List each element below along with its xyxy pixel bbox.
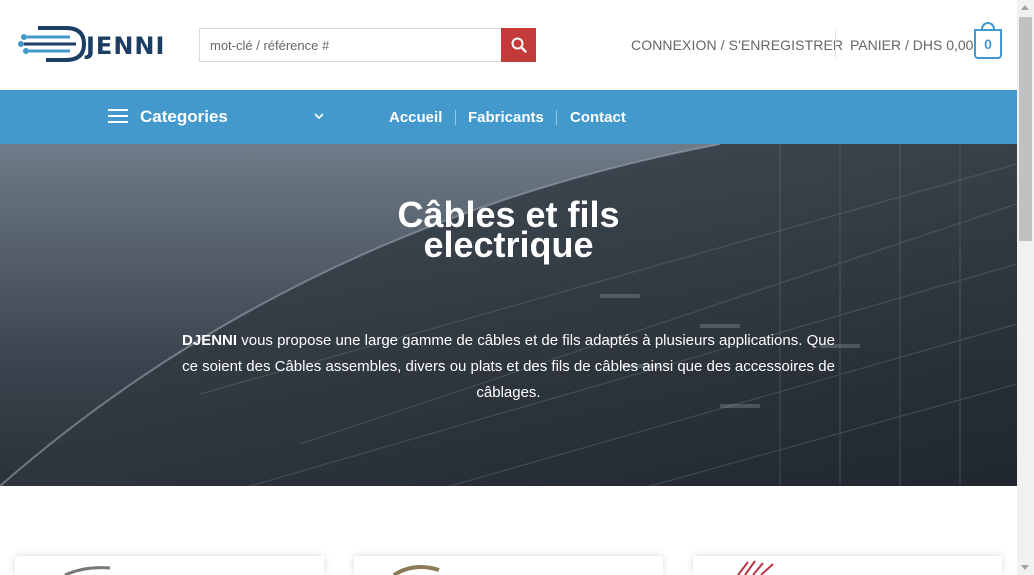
scrollbar[interactable] xyxy=(1017,0,1034,575)
header: JENNI CONNEXION / S'ENREGISTRER PANIER /… xyxy=(0,0,1017,90)
hero-description: DJENNI vous propose une large gamme de c… xyxy=(180,328,837,406)
product-card[interactable] xyxy=(354,556,663,575)
product-image xyxy=(737,560,774,575)
login-register-link[interactable]: CONNEXION / S'ENREGISTRER xyxy=(631,37,843,53)
menu-icon[interactable] xyxy=(108,109,128,124)
hero-title: Câbles et fils electrique xyxy=(0,197,1017,265)
chevron-down-icon[interactable] xyxy=(314,108,324,124)
cart-link[interactable]: PANIER / DHS 0,00 xyxy=(850,37,973,53)
product-image xyxy=(392,564,440,575)
scroll-thumb[interactable] xyxy=(1019,17,1032,241)
scroll-down-arrow-icon[interactable] xyxy=(1021,565,1029,570)
hero-description-text: vous propose une large gamme de câbles e… xyxy=(182,332,835,401)
logo-text: JENNI xyxy=(86,32,166,60)
nav-separator xyxy=(455,110,456,125)
search-bar xyxy=(199,28,536,62)
cart-count[interactable]: 0 xyxy=(974,29,1002,59)
nav-link-accueil[interactable]: Accueil xyxy=(389,109,442,126)
product-card[interactable] xyxy=(15,556,324,575)
search-input[interactable] xyxy=(199,28,502,62)
categories-dropdown[interactable]: Categories xyxy=(140,107,228,127)
main-nav: Categories Accueil Fabricants Contact xyxy=(0,90,1017,144)
nav-separator xyxy=(556,110,557,125)
hero-brand: DJENNI xyxy=(182,332,238,349)
logo-icon xyxy=(18,26,87,62)
search-icon xyxy=(511,37,527,53)
logo[interactable]: JENNI xyxy=(18,22,168,66)
product-image xyxy=(64,566,111,575)
nav-link-fabricants[interactable]: Fabricants xyxy=(468,109,544,126)
search-button[interactable] xyxy=(501,28,536,62)
hero-title-line2: electrique xyxy=(423,224,594,265)
scroll-up-arrow-icon[interactable] xyxy=(1021,5,1029,10)
product-card[interactable] xyxy=(693,556,1002,575)
header-divider xyxy=(835,29,836,59)
nav-link-contact[interactable]: Contact xyxy=(570,109,626,126)
hero-banner: Câbles et fils electrique DJENNI vous pr… xyxy=(0,144,1017,486)
